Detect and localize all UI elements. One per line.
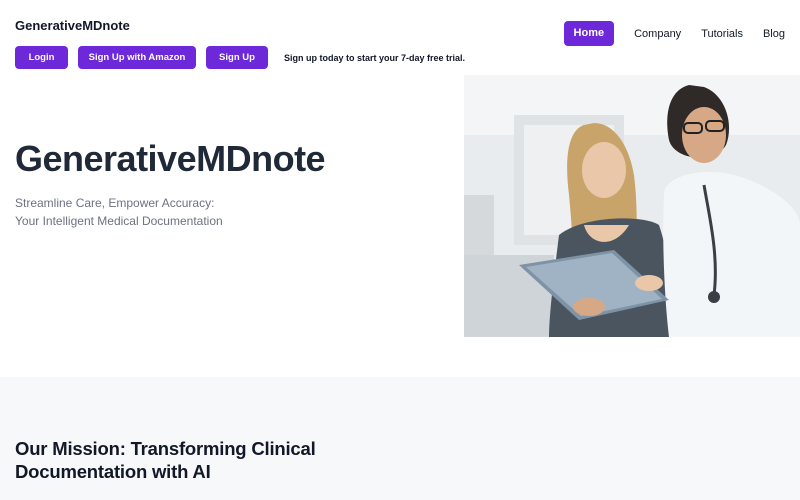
page: GenerativeMDnote Home Company Tutorials … (0, 0, 800, 500)
nav-home[interactable]: Home (563, 21, 615, 46)
hero-tagline: Streamline Care, Empower Accuracy: Your … (15, 196, 223, 228)
brand-logo-text[interactable]: GenerativeMDnote (15, 18, 130, 33)
mission-section: Our Mission: Transforming Clinical Docum… (0, 377, 800, 500)
sign-up-button[interactable]: Sign Up (206, 46, 268, 69)
hero-photo (464, 75, 800, 337)
nav-blog[interactable]: Blog (753, 22, 785, 46)
doctor-patient-photo-illustration (464, 75, 800, 337)
top-nav: Home Company Tutorials Blog (563, 21, 785, 46)
login-button[interactable]: Login (15, 46, 68, 69)
nav-tutorials[interactable]: Tutorials (691, 22, 753, 46)
mission-title: Our Mission: Transforming Clinical Docum… (15, 438, 316, 482)
sign-up-amazon-button[interactable]: Sign Up with Amazon (78, 46, 196, 69)
auth-row: Login Sign Up with Amazon Sign Up Sign u… (15, 46, 465, 69)
nav-company[interactable]: Company (624, 22, 691, 46)
trial-text: Sign up today to start your 7-day free t… (284, 52, 466, 63)
hero-title: GenerativeMDnote (15, 138, 326, 179)
